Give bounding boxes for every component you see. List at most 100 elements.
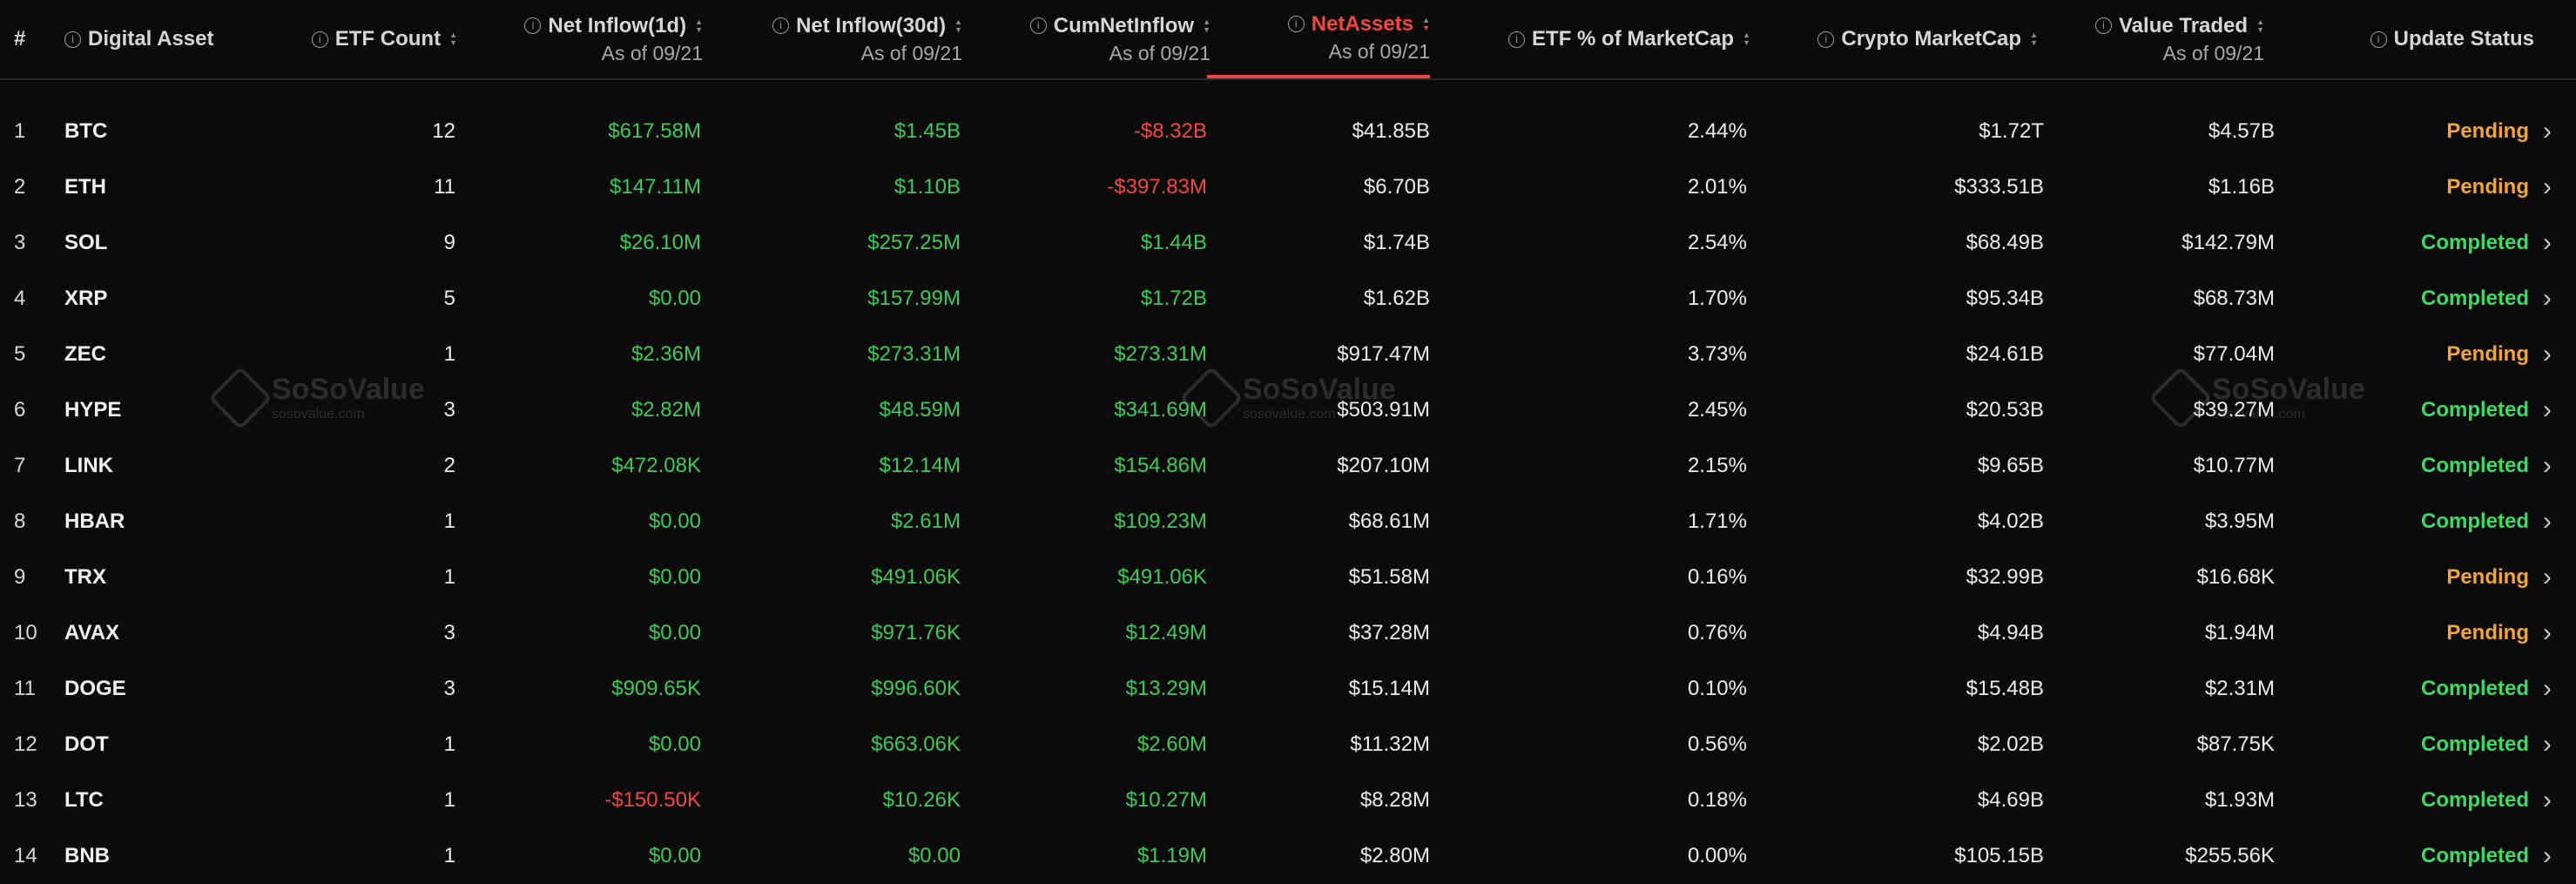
row-index: 8 — [14, 509, 26, 533]
chevron-right-icon[interactable]: › — [2543, 327, 2552, 382]
value-traded: $39.27M — [2193, 398, 2275, 422]
row-index: 3 — [14, 231, 26, 254]
etf-pct-marketcap: 0.00% — [1687, 844, 1747, 867]
value-traded: $10.77M — [2193, 454, 2275, 477]
table-row[interactable]: 2 ETH 11 $147.11M $1.10B -$397.83M $6.70B 2.01%… — [0, 159, 2576, 215]
table-row[interactable]: 10 AVAX 3 $0.00 $971.76K $12.49M $37.28M 0.76% $… — [0, 605, 2576, 661]
row-index: 12 — [14, 732, 37, 756]
info-icon[interactable]: i — [1817, 30, 1835, 48]
table-row[interactable]: 9 TRX 1 $0.00 $491.06K $491.06K $51.58M 0.16% $3… — [0, 550, 2576, 605]
chevron-right-icon[interactable]: › — [2543, 159, 2552, 215]
net-assets: $37.28M — [1348, 621, 1430, 644]
table-row[interactable]: 4 XRP 5 $0.00 $157.99M $1.72B $1.62B 1.70% $95.3… — [0, 271, 2576, 327]
crypto-marketcap: $15.48B — [1966, 677, 2044, 700]
table-row[interactable]: 12 DOT 1 $0.00 $663.06K $2.60M $11.32M 0.56% $2.… — [0, 717, 2576, 773]
crypto-marketcap: $4.02B — [1977, 509, 2044, 533]
net-inflow-1d: $0.00 — [648, 844, 701, 867]
table-row[interactable]: 11 DOGE 3 $909.65K $996.60K $13.29M $15.14M 0.1… — [0, 661, 2576, 717]
info-icon[interactable]: i — [311, 30, 328, 48]
net-inflow-1d: $26.10M — [619, 231, 701, 254]
net-assets: $15.14M — [1348, 677, 1430, 700]
net-inflow-1d: $0.00 — [648, 509, 701, 533]
info-icon[interactable]: i — [2370, 30, 2387, 48]
header-crypto-marketcap[interactable]: i Crypto MarketCap ▲ ▼ — [1794, 0, 2038, 78]
asset-name: XRP — [64, 287, 108, 310]
header-update-status: i Update Status — [2351, 0, 2534, 78]
info-icon[interactable]: i — [1508, 30, 1526, 48]
net-assets: $68.61M — [1348, 509, 1430, 533]
table-row[interactable]: 3 SOL 9 $26.10M $257.25M $1.44B $1.74B 2.54% $68… — [0, 215, 2576, 271]
header-as-of: As of 09/21 — [1328, 39, 1430, 63]
etf-count: 1 — [443, 565, 455, 589]
chevron-right-icon[interactable]: › — [2543, 438, 2552, 494]
sort-icon[interactable]: ▲ ▼ — [449, 31, 457, 47]
chevron-right-icon[interactable]: › — [2543, 605, 2552, 661]
row-index: 5 — [14, 342, 26, 366]
header-etf-pct-marketcap[interactable]: i ETF % of MarketCap ▲ ▼ — [1480, 0, 1750, 78]
info-icon[interactable]: i — [1029, 17, 1047, 34]
table-row[interactable]: 1 BTC 12 $617.58M $1.45B -$8.32B $41.85B 2.44% $… — [0, 104, 2576, 159]
header-cum-net-inflow[interactable]: i CumNetInflow ▲ ▼ As of 09/21 — [1010, 0, 1210, 78]
table-row[interactable]: 13 LTC 1 -$150.50K $10.26K $10.27M $8.28M 0.18%… — [0, 773, 2576, 828]
header-mcap-label: Crypto MarketCap — [1841, 27, 2022, 51]
sort-icon[interactable]: ▲ ▼ — [1743, 31, 1750, 47]
sort-desc-icon[interactable]: ▲ ▼ — [1422, 16, 1430, 32]
net-assets: $6.70B — [1363, 175, 1430, 199]
chevron-right-icon[interactable]: › — [2543, 661, 2552, 717]
header-net-inflow-30d[interactable]: i Net Inflow(30d) ▲ ▼ As of 09/21 — [732, 0, 962, 78]
info-icon[interactable]: i — [524, 17, 542, 34]
net-inflow-1d: -$150.50K — [604, 788, 701, 812]
value-traded: $4.57B — [2208, 119, 2275, 143]
info-icon[interactable]: i — [1287, 16, 1305, 32]
table-row[interactable]: 6 HYPE 3 $2.82M $48.59M $341.69M $503.91M 2.45%… — [0, 382, 2576, 438]
chevron-right-icon[interactable]: › — [2543, 828, 2552, 884]
net-assets: $2.80M — [1359, 844, 1430, 867]
cum-net-inflow: -$397.83M — [1107, 175, 1207, 199]
header-inflow1d-label: Net Inflow(1d) — [548, 13, 687, 37]
etf-count: 11 — [434, 175, 455, 199]
header-traded-label: Value Traded — [2119, 13, 2249, 37]
asset-name: SOL — [64, 231, 108, 254]
chevron-right-icon[interactable]: › — [2543, 494, 2552, 550]
net-inflow-30d: $48.59M — [879, 398, 961, 422]
chevron-right-icon[interactable]: › — [2543, 717, 2552, 773]
cum-net-inflow: $1.72B — [1140, 287, 1207, 310]
table-row[interactable]: 7 LINK 2 $472.08K $12.14M $154.86M $207.10M 2.1… — [0, 438, 2576, 494]
table-header: # i Digital Asset i ETF Count ▲ ▼ i Net Inflo… — [0, 0, 2576, 80]
header-net-inflow-1d[interactable]: i Net Inflow(1d) ▲ ▼ As of 09/21 — [488, 0, 703, 78]
chevron-right-icon[interactable]: › — [2543, 104, 2552, 159]
etf-count: 1 — [443, 732, 455, 756]
crypto-marketcap: $2.02B — [1977, 732, 2044, 756]
table-row[interactable]: 8 HBAR 1 $0.00 $2.61M $109.23M $68.61M 1.71% $4.… — [0, 494, 2576, 550]
update-status: Completed — [2420, 844, 2529, 867]
chevron-right-icon[interactable]: › — [2543, 215, 2552, 271]
etf-count: 9 — [443, 231, 455, 254]
table-row[interactable]: 5 ZEC 1 $2.36M $273.31M $273.31M $917.47M 3.73%… — [0, 327, 2576, 382]
header-value-traded[interactable]: i Value Traded ▲ ▼ As of 09/21 — [2090, 0, 2264, 78]
sort-icon[interactable]: ▲ ▼ — [954, 17, 962, 34]
chevron-right-icon[interactable]: › — [2543, 773, 2552, 828]
value-traded: $1.16B — [2208, 175, 2275, 199]
asset-name: LTC — [64, 788, 104, 812]
net-assets: $207.10M — [1337, 454, 1430, 477]
info-icon[interactable]: i — [772, 17, 790, 34]
row-index: 1 — [14, 119, 26, 143]
chevron-right-icon[interactable]: › — [2543, 271, 2552, 327]
row-index: 4 — [14, 287, 26, 310]
header-net-assets[interactable]: i NetAssets ▲ ▼ As of 09/21 — [1207, 0, 1430, 78]
net-inflow-30d: $2.61M — [890, 509, 961, 533]
cum-net-inflow: $154.86M — [1114, 454, 1207, 477]
update-status: Pending — [2446, 175, 2529, 199]
info-icon[interactable]: i — [64, 30, 81, 48]
header-etf-count[interactable]: i ETF Count ▲ ▼ — [296, 0, 457, 78]
row-index: 2 — [14, 175, 26, 199]
chevron-right-icon[interactable]: › — [2543, 382, 2552, 438]
sort-icon[interactable]: ▲ ▼ — [2030, 31, 2038, 47]
table-row[interactable]: 14 BNB 1 $0.00 $0.00 $1.19M $2.80M 0.00% $105.15… — [0, 828, 2576, 884]
net-inflow-30d: $0.00 — [907, 844, 961, 867]
chevron-right-icon[interactable]: › — [2543, 550, 2552, 605]
cum-net-inflow: $1.19M — [1136, 844, 1207, 867]
sort-icon[interactable]: ▲ ▼ — [2256, 17, 2264, 34]
info-icon[interactable]: i — [2095, 17, 2112, 34]
sort-icon[interactable]: ▲ ▼ — [695, 17, 703, 34]
